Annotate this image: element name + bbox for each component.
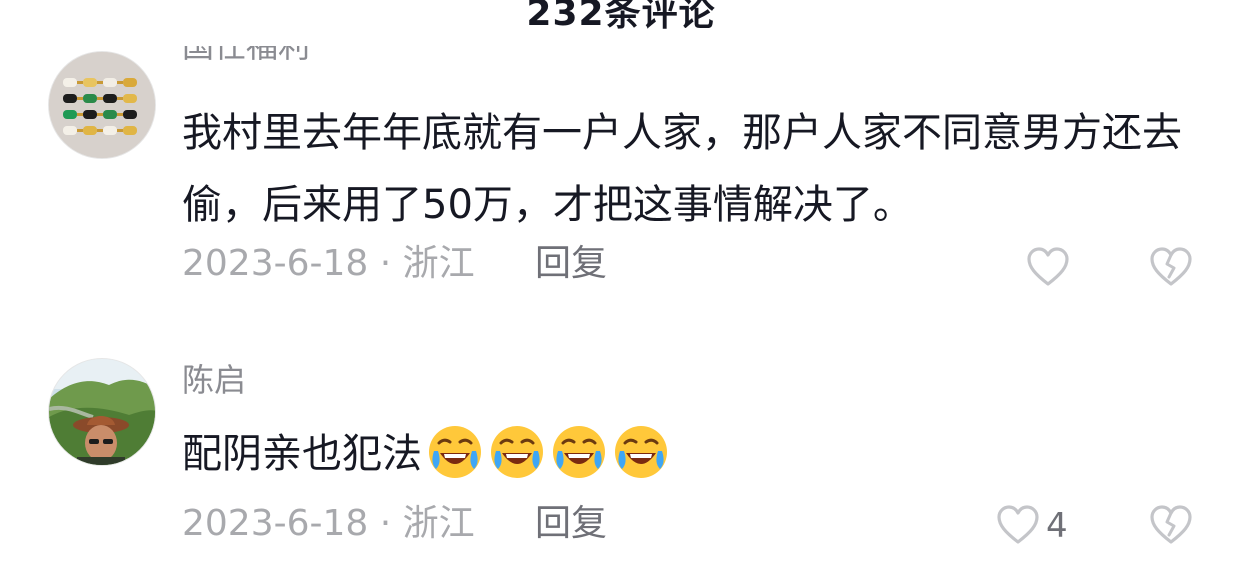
- laughing-crying-emoji-icon: [553, 426, 605, 478]
- landscape-person-avatar-icon: [49, 359, 155, 465]
- comment-date-location: 2023-6-18 · 浙江: [182, 503, 475, 544]
- comments-panel: 232条评论 国仕福利 我村里去年年底就有一户人家，那户人家不同意男方还去偷，后…: [0, 0, 1242, 572]
- jewelry-avatar-icon: [49, 52, 155, 158]
- laughing-crying-emoji-icon: [491, 426, 543, 478]
- reply-button[interactable]: 回复: [535, 240, 607, 288]
- laughing-crying-emoji-icon: [429, 426, 481, 478]
- comment-username[interactable]: 陈启: [182, 358, 246, 402]
- heart-icon[interactable]: [1025, 246, 1071, 288]
- laughing-crying-emoji-icon: [615, 426, 667, 478]
- comment-text-content: 配阴亲也犯法: [182, 431, 422, 477]
- reply-button[interactable]: 回复: [535, 500, 607, 548]
- avatar[interactable]: [48, 51, 156, 159]
- heart-icon[interactable]: [995, 504, 1041, 546]
- comment-username[interactable]: 国仕福利: [182, 46, 310, 68]
- comment-date-location: 2023-6-18 · 浙江: [182, 243, 475, 284]
- comment-text: 我村里去年年底就有一户人家，那户人家不同意男方还去偷，后来用了50万，才把这事情…: [182, 110, 1182, 228]
- broken-heart-icon[interactable]: [1148, 246, 1194, 288]
- comment-text: 配阴亲也犯法: [182, 418, 1192, 490]
- avatar[interactable]: [48, 358, 156, 466]
- like-count: 4: [1046, 506, 1068, 546]
- comments-count-title: 232条评论: [526, 0, 716, 34]
- broken-heart-icon[interactable]: [1148, 504, 1194, 546]
